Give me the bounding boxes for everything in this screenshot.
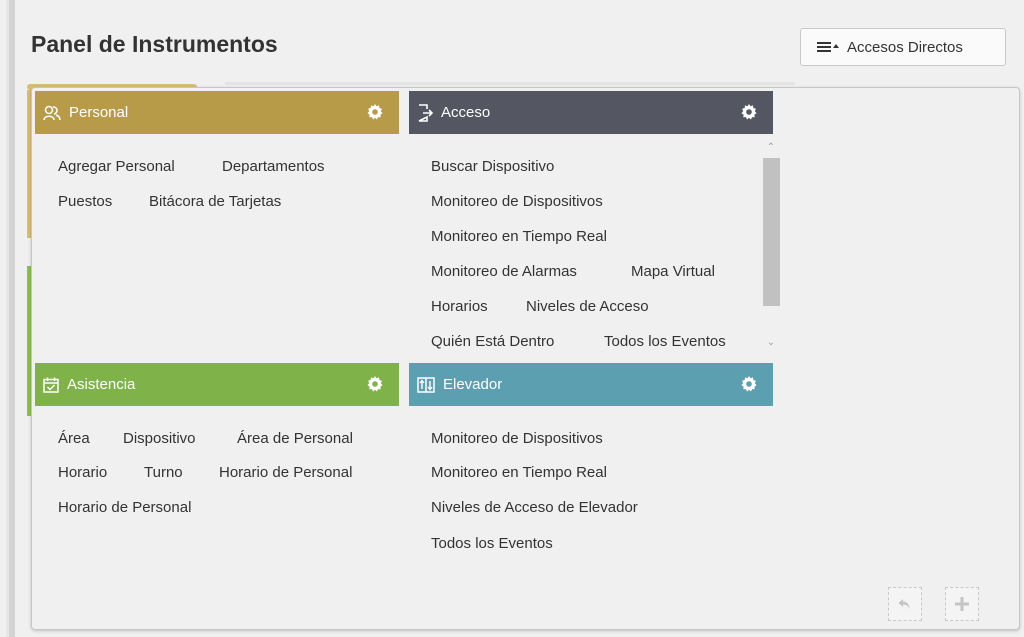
window-edge-shadow <box>9 0 15 637</box>
link-turno[interactable]: Turno <box>144 464 183 481</box>
link-monitoreo-tiempo-real[interactable]: Monitoreo en Tiempo Real <box>431 228 607 245</box>
link-buscar-dispositivo[interactable]: Buscar Dispositivo <box>431 158 554 175</box>
link-elevador-monitoreo-dispositivos[interactable]: Monitoreo de Dispositivos <box>431 430 603 447</box>
app-window: Panel de Instrumentos Accesos Directos P… <box>0 0 1024 637</box>
asistencia-title: Asistencia <box>67 376 136 393</box>
door-enter-icon <box>418 103 433 122</box>
acceso-header: Acceso <box>409 91 773 134</box>
link-elevador-todos-eventos[interactable]: Todos los Eventos <box>431 535 553 552</box>
link-todos-eventos[interactable]: Todos los Eventos <box>604 333 726 350</box>
personal-header: Personal <box>35 91 399 134</box>
link-area-personal[interactable]: Área de Personal <box>237 430 353 447</box>
link-monitoreo-dispositivos[interactable]: Monitoreo de Dispositivos <box>431 193 603 210</box>
link-departamentos[interactable]: Departamentos <box>222 158 325 175</box>
shortcuts-button[interactable]: Accesos Directos <box>800 28 1006 66</box>
link-horario[interactable]: Horario <box>58 464 107 481</box>
list-menu-icon <box>817 41 839 53</box>
link-horario-personal-2[interactable]: Horario de Personal <box>58 499 191 516</box>
link-quien-esta-dentro[interactable]: Quién Está Dentro <box>431 333 554 350</box>
scroll-up-icon[interactable]: ⌃ <box>766 143 776 153</box>
asistencia-header: Asistencia <box>35 363 399 406</box>
elevator-icon <box>417 376 435 393</box>
users-icon <box>43 105 61 120</box>
scroll-thumb[interactable] <box>763 158 780 306</box>
link-puestos[interactable]: Puestos <box>58 193 112 210</box>
background-card-edge <box>225 82 795 85</box>
asistencia-gear-icon[interactable] <box>367 376 383 392</box>
calendar-check-icon <box>43 377 59 393</box>
undo-button[interactable] <box>888 587 922 621</box>
personal-gear-icon[interactable] <box>367 104 383 120</box>
elevador-gear-icon[interactable] <box>741 376 757 392</box>
link-elevador-monitoreo-tiempo-real[interactable]: Monitoreo en Tiempo Real <box>431 464 607 481</box>
link-agregar-personal[interactable]: Agregar Personal <box>58 158 175 175</box>
shortcuts-label: Accesos Directos <box>847 38 963 56</box>
elevador-title: Elevador <box>443 376 503 393</box>
link-monitoreo-alarmas[interactable]: Monitoreo de Alarmas <box>431 263 577 280</box>
undo-icon <box>898 599 910 610</box>
elevador-header: Elevador <box>409 363 773 406</box>
acceso-gear-icon[interactable] <box>741 104 757 120</box>
link-niveles-acceso[interactable]: Niveles de Acceso <box>526 298 649 315</box>
personal-title: Personal <box>69 104 129 121</box>
plus-icon <box>955 597 969 611</box>
link-area[interactable]: Área <box>58 430 90 447</box>
link-horarios[interactable]: Horarios <box>431 298 488 315</box>
link-bitacora-tarjetas[interactable]: Bitácora de Tarjetas <box>149 193 281 210</box>
acceso-title: Acceso <box>441 104 491 121</box>
scroll-down-icon[interactable]: ⌄ <box>766 338 776 348</box>
link-niveles-acceso-elevador[interactable]: Niveles de Acceso de Elevador <box>431 499 638 516</box>
link-horario-personal[interactable]: Horario de Personal <box>219 464 352 481</box>
link-dispositivo[interactable]: Dispositivo <box>123 430 196 447</box>
add-button[interactable] <box>945 587 979 621</box>
link-mapa-virtual[interactable]: Mapa Virtual <box>631 263 715 280</box>
page-title: Panel de Instrumentos <box>31 31 278 57</box>
